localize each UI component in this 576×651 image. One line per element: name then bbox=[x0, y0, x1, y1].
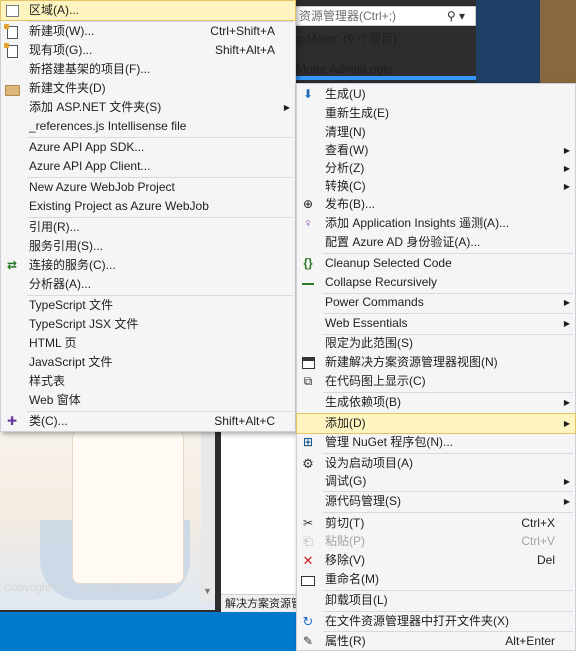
rename-icon bbox=[299, 571, 317, 588]
separator bbox=[323, 512, 573, 513]
area-icon bbox=[3, 2, 21, 19]
menu-item-existing-webjob[interactable]: Existing Project as Azure WebJob bbox=[1, 197, 295, 216]
menu-item-aspnet-folder[interactable]: 添加 ASP.NET 文件夹(S) ▶ bbox=[1, 98, 295, 117]
menu-item-cut[interactable]: ✂ 剪切(T) Ctrl+X bbox=[297, 514, 575, 533]
menu-item-open-in-explorer[interactable]: ↻ 在文件资源管理器中打开文件夹(X) bbox=[297, 612, 575, 631]
build-icon: ⬇ bbox=[302, 87, 314, 101]
open-folder-icon: ↻ bbox=[302, 614, 314, 629]
submenu-arrow-icon: ▶ bbox=[563, 319, 570, 328]
selected-project-row bbox=[296, 76, 476, 80]
background-tile-accent bbox=[540, 0, 576, 84]
submenu-arrow-icon: ▶ bbox=[563, 398, 570, 407]
submenu-arrow-icon: ▶ bbox=[563, 146, 570, 155]
gear-icon: ⚙ bbox=[302, 456, 314, 471]
connected-services-icon: ⇄ bbox=[6, 258, 18, 272]
menu-item-debug[interactable]: 调试(G) ▶ bbox=[297, 472, 575, 491]
menu-item-power-commands[interactable]: Power Commands ▶ bbox=[297, 293, 575, 312]
search-icon[interactable]: ⚲ ▾ bbox=[447, 7, 465, 25]
menu-item-existing-item[interactable]: 现有项(G)... Shift+Alt+A bbox=[1, 41, 295, 60]
menu-item-azure-api-sdk[interactable]: Azure API App SDK... bbox=[1, 138, 295, 157]
menu-item-html-page[interactable]: HTML 页 bbox=[1, 334, 295, 353]
wrench-icon: ✎ bbox=[302, 634, 314, 648]
menu-item-reference[interactable]: 引用(R)... bbox=[1, 218, 295, 237]
menu-item-scaffolded-item[interactable]: 新搭建基架的项目(F)... bbox=[1, 60, 295, 79]
menu-item-class[interactable]: ✚ 类(C)... Shift+Alt+C bbox=[1, 412, 295, 431]
collapse-icon bbox=[299, 274, 317, 291]
menu-item-azure-api-client[interactable]: Azure API App Client... bbox=[1, 157, 295, 176]
menu-item-publish[interactable]: ⊕ 发布(B)... bbox=[297, 195, 575, 214]
menu-item-add[interactable]: 添加(D) ▶ bbox=[296, 413, 576, 434]
publish-icon: ⊕ bbox=[302, 197, 314, 211]
class-icon: ✚ bbox=[6, 414, 18, 428]
menu-item-build[interactable]: ⬇ 生成(U) bbox=[297, 85, 575, 104]
menu-item-area[interactable]: 区域(A)... bbox=[0, 0, 296, 21]
new-view-icon bbox=[299, 354, 317, 371]
menu-item-references-js[interactable]: _references.js Intellisense file bbox=[1, 117, 295, 136]
folder-icon bbox=[3, 80, 21, 97]
menu-item-app-insights[interactable]: ♀ 添加 Application Insights 遥测(A)... bbox=[297, 214, 575, 233]
menu-item-connected-service[interactable]: ⇄ 连接的服务(C)... bbox=[1, 256, 295, 275]
preview-figure bbox=[72, 412, 184, 584]
menu-item-collapse-recursively[interactable]: Collapse Recursively bbox=[297, 273, 575, 292]
menu-item-properties[interactable]: ✎ 属性(R) Alt+Enter bbox=[297, 632, 575, 651]
menu-item-typescript-file[interactable]: TypeScript 文件 bbox=[1, 296, 295, 315]
menu-item-new-webjob[interactable]: New Azure WebJob Project bbox=[1, 178, 295, 197]
menu-item-typescript-jsx-file[interactable]: TypeScript JSX 文件 bbox=[1, 315, 295, 334]
submenu-arrow-icon: ▶ bbox=[563, 497, 570, 506]
menu-item-analyze[interactable]: 分析(Z) ▶ bbox=[297, 159, 575, 178]
menu-item-new-explorer-view[interactable]: 新建解决方案资源管理器视图(N) bbox=[297, 353, 575, 372]
menu-item-source-control[interactable]: 源代码管理(S) ▶ bbox=[297, 492, 575, 511]
menu-item-view[interactable]: 查看(W) ▶ bbox=[297, 141, 575, 160]
submenu-arrow-icon: ▶ bbox=[563, 419, 570, 428]
menu-item-build-dependencies[interactable]: 生成依赖项(B) ▶ bbox=[297, 393, 575, 412]
menu-item-cleanup-code[interactable]: {} Cleanup Selected Code bbox=[297, 254, 575, 273]
menu-item-manage-nuget[interactable]: ⊞ 管理 NuGet 程序包(N)... bbox=[297, 433, 575, 452]
menu-item-stylesheet[interactable]: 样式表 bbox=[1, 372, 295, 391]
submenu-arrow-icon: ▶ bbox=[563, 164, 570, 173]
add-submenu: 区域(A)... 新建项(W)... Ctrl+Shift+A 现有项(G)..… bbox=[0, 0, 296, 432]
solution-node[interactable]: grMotor' (9 个项目) bbox=[296, 30, 397, 47]
search-placeholder: 资源管理器(Ctrl+;) bbox=[299, 9, 396, 23]
menu-item-clean[interactable]: 清理(N) bbox=[297, 123, 575, 142]
submenu-arrow-icon: ▶ bbox=[563, 182, 570, 191]
menu-item-convert[interactable]: 转换(C) ▶ bbox=[297, 177, 575, 196]
menu-item-service-reference[interactable]: 服务引用(S)... bbox=[1, 237, 295, 256]
solution-explorer-search-input[interactable]: 资源管理器(Ctrl+;) ⚲ ▾ bbox=[292, 6, 476, 26]
remove-icon: ✕ bbox=[302, 553, 314, 568]
insights-icon: ♀ bbox=[303, 216, 313, 230]
menu-item-remove[interactable]: ✕ 移除(V) Del bbox=[297, 551, 575, 570]
submenu-arrow-icon: ▶ bbox=[283, 103, 290, 112]
menu-item-paste[interactable]: ⎗ 粘贴(P) Ctrl+V bbox=[297, 532, 575, 551]
project-node[interactable]: Motor.AdminLogic bbox=[296, 62, 392, 76]
menu-item-web-form[interactable]: Web 窗体 bbox=[1, 391, 295, 410]
menu-item-analyzer[interactable]: 分析器(A)... bbox=[1, 275, 295, 294]
braces-icon: {} bbox=[303, 256, 313, 270]
menu-item-unload-project[interactable]: 卸载项目(L) bbox=[297, 591, 575, 610]
project-context-menu: ⬇ 生成(U) 重新生成(E) 清理(N) 查看(W) ▶ 分析(Z) ▶ 转换… bbox=[296, 83, 576, 651]
copyright-watermark: Copyright © ... All Rights Reserved bbox=[4, 582, 174, 594]
menu-item-javascript-file[interactable]: JavaScript 文件 bbox=[1, 353, 295, 372]
menu-item-azure-ad-auth[interactable]: 配置 Azure AD 身份验证(A)... bbox=[297, 233, 575, 252]
menu-item-new-item[interactable]: 新建项(W)... Ctrl+Shift+A bbox=[1, 22, 295, 41]
menu-item-show-on-code-map[interactable]: ⧉ 在代码图上显示(C) bbox=[297, 372, 575, 391]
solution-explorer-tab[interactable]: 解决方案资源管 bbox=[221, 594, 296, 612]
code-map-icon: ⧉ bbox=[303, 374, 313, 388]
menu-item-rename[interactable]: 重命名(M) bbox=[297, 570, 575, 589]
menu-item-new-folder[interactable]: 新建文件夹(D) bbox=[1, 79, 295, 98]
menu-item-rebuild[interactable]: 重新生成(E) bbox=[297, 104, 575, 123]
menu-item-scope-to-this[interactable]: 限定为此范围(S) bbox=[297, 334, 575, 353]
existing-item-icon bbox=[3, 42, 21, 59]
new-item-icon bbox=[3, 23, 21, 40]
submenu-arrow-icon: ▶ bbox=[563, 298, 570, 307]
scroll-down-icon[interactable]: ▼ bbox=[203, 586, 212, 596]
submenu-arrow-icon: ▶ bbox=[563, 477, 570, 486]
cut-icon: ✂ bbox=[302, 516, 314, 530]
nuget-icon: ⊞ bbox=[302, 435, 314, 449]
paste-icon: ⎗ bbox=[303, 534, 313, 548]
menu-item-set-startup[interactable]: ⚙ 设为启动项目(A) bbox=[297, 454, 575, 473]
menu-item-web-essentials[interactable]: Web Essentials ▶ bbox=[297, 314, 575, 333]
